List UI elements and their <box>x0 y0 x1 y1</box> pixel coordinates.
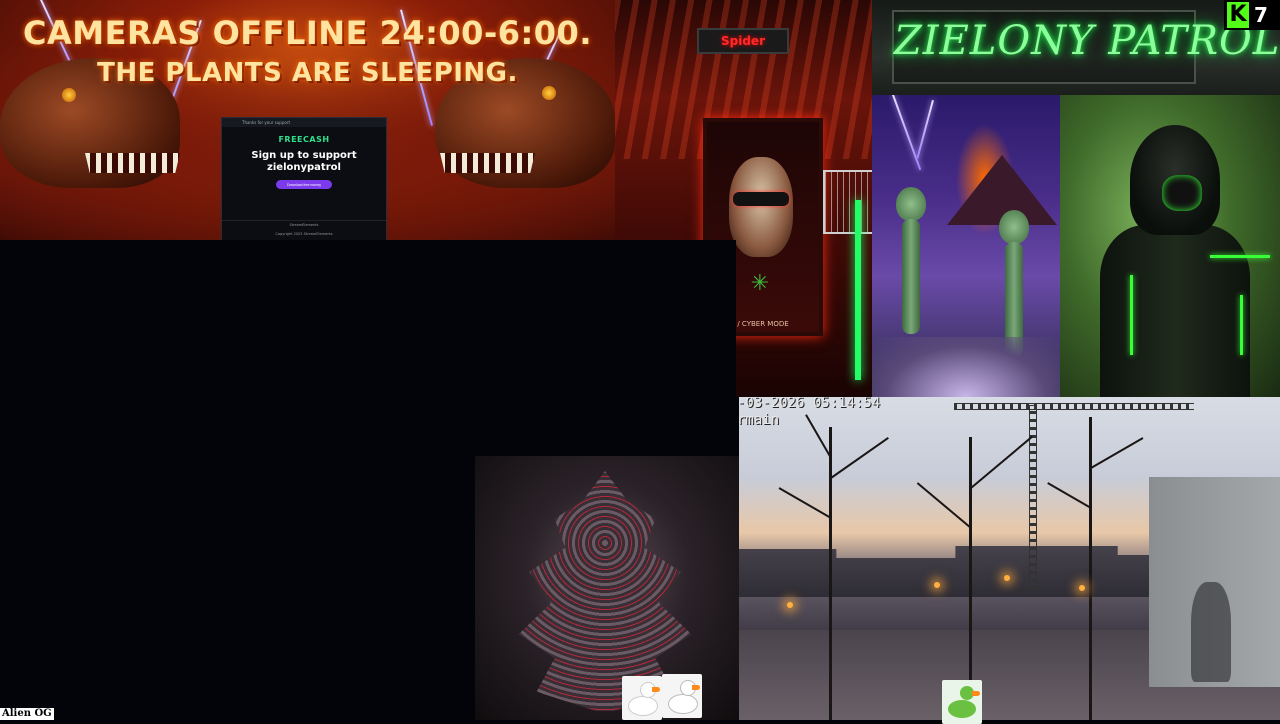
security-camera-feed: -03-2026 05:14:54 rmain <box>739 397 1280 720</box>
tree-trunk <box>1089 417 1092 720</box>
cannabis-leaf-icon: ✳ <box>750 271 770 296</box>
neon-tube <box>855 200 861 380</box>
tree-branch <box>830 437 889 479</box>
banner-title: CAMERAS OFFLINE 24:00-6:00. <box>23 14 592 52</box>
tree-branch <box>805 414 832 459</box>
crane-tower <box>1029 405 1037 590</box>
strain-label: Alien OG <box>0 708 54 720</box>
camera-timestamp: -03-2026 05:14:54 <box>739 397 881 411</box>
kick-viewer-badge: K 7 <box>1224 0 1280 30</box>
dino-eye <box>542 86 556 100</box>
streetlight <box>934 582 940 588</box>
spider-sign: Spider <box>697 28 789 54</box>
aliens-image <box>872 95 1060 397</box>
poster-face <box>729 157 793 257</box>
soldier-body <box>1100 225 1250 397</box>
freecash-signup-button[interactable]: Download free money <box>276 180 332 189</box>
streetlight <box>787 602 793 608</box>
tree-branch <box>778 487 832 519</box>
neon-accent <box>1240 295 1243 355</box>
crane-jib <box>954 403 1194 410</box>
neon-sign-text: ZIELONY PATROL <box>894 18 1280 64</box>
tree-trunk <box>969 437 972 720</box>
freecash-logo: FREECASH <box>278 135 330 144</box>
freecash-footer-copyright: Copyright 2025 StreamElements <box>275 232 333 236</box>
viewer-count: 7 <box>1254 3 1268 27</box>
freecash-footer: StreamElements Copyright 2025 StreamElem… <box>222 220 386 241</box>
tree-branch <box>1090 437 1144 469</box>
tree-branch <box>1047 482 1092 509</box>
kick-logo-icon: K <box>1227 2 1249 28</box>
weed-field <box>872 337 1060 397</box>
goose-sticker <box>662 674 702 718</box>
tree-trunk <box>829 427 832 720</box>
streetlight <box>1004 575 1010 581</box>
goose-beak-icon <box>692 685 700 690</box>
freecash-heading-line2: zielonypatrol <box>267 162 341 173</box>
freecash-footer-brand: StreamElements <box>289 223 319 227</box>
duck-beak-icon <box>652 687 660 692</box>
dino-teeth <box>85 153 180 173</box>
shadow-figure <box>1191 582 1231 682</box>
freecash-heading-line1: Sign up to support <box>251 150 357 161</box>
lightning-bolt <box>916 100 934 159</box>
neon-accent <box>1130 275 1133 355</box>
camera-location: rmain <box>739 412 780 428</box>
dino-eye <box>62 88 76 102</box>
freecash-heading: Sign up to support zielonypatrol <box>222 150 386 174</box>
freecash-overlay: Thanks for your support FREECASH Sign up… <box>221 117 387 242</box>
alien-figure <box>894 187 928 337</box>
duck-sticker <box>622 676 662 720</box>
dino-teeth <box>440 153 535 173</box>
shopping-basket <box>823 170 872 234</box>
banner-subtitle: THE PLANTS ARE SLEEPING. <box>97 58 518 88</box>
freecash-topbar: Thanks for your support <box>222 118 386 127</box>
soldier-image <box>1060 95 1280 397</box>
green-duck-sticker <box>942 680 982 724</box>
tree-branch <box>970 435 1033 489</box>
streetlight <box>1079 585 1085 591</box>
neon-accent <box>1210 255 1270 258</box>
sunglasses-icon <box>733 192 789 206</box>
lightning-bolt <box>892 95 922 171</box>
gas-mask-icon <box>1162 175 1202 211</box>
duck-beak-icon <box>972 691 980 696</box>
tree-branch <box>916 482 972 529</box>
neon-sign-panel: ZIELONY PATROL K 7 <box>872 0 1280 95</box>
